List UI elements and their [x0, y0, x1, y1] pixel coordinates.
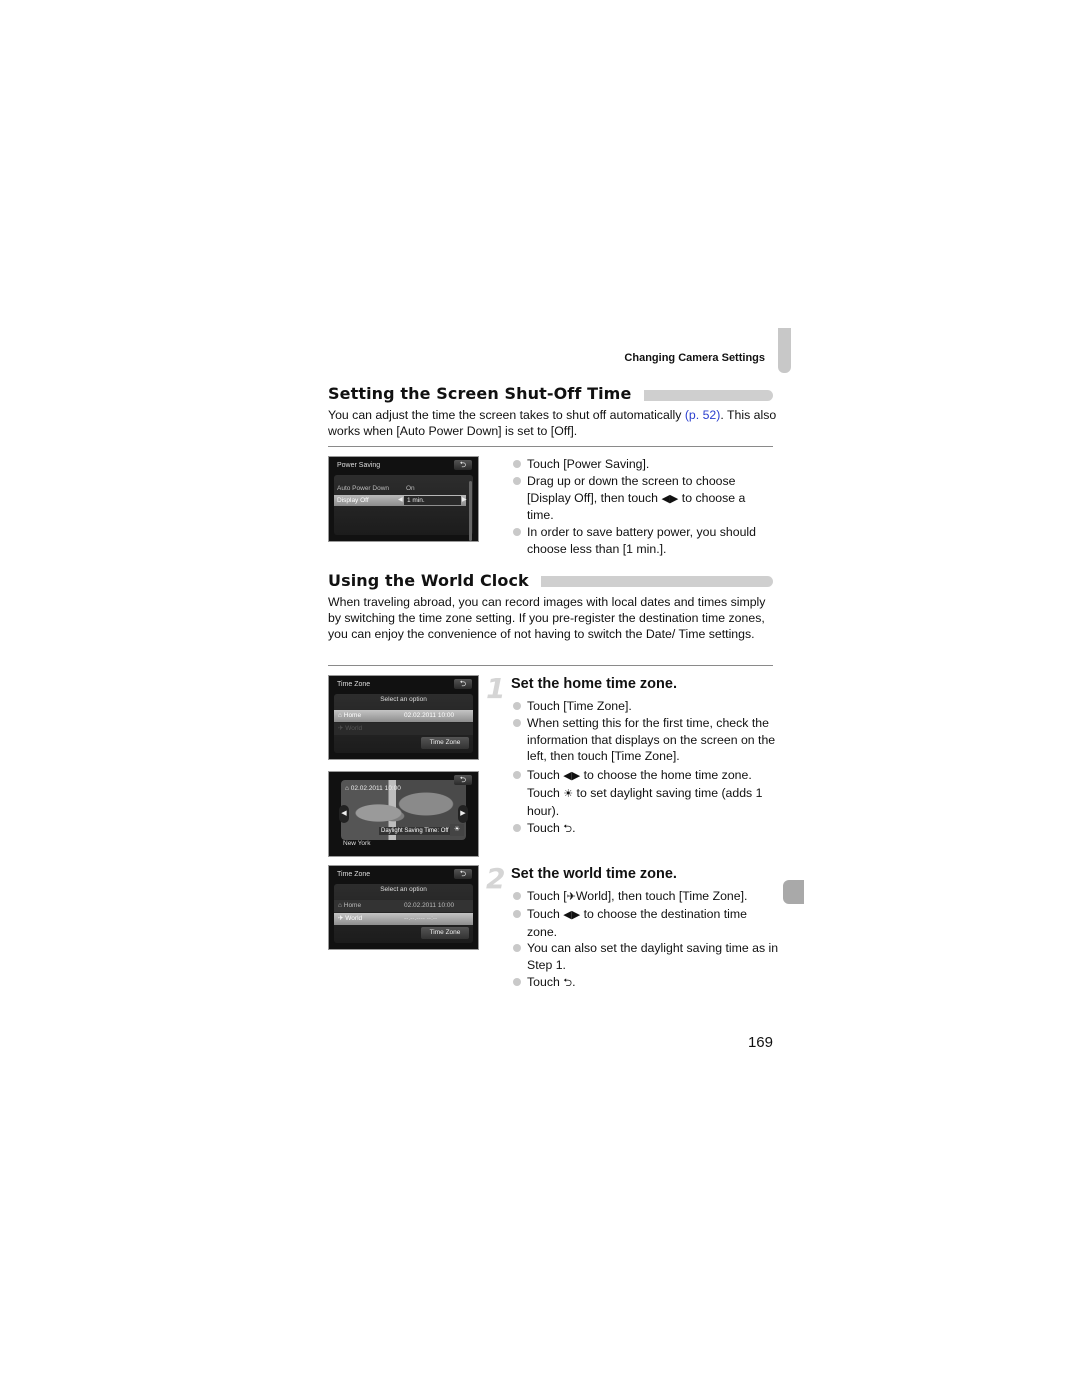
section-intro-world-clock: When traveling abroad, you can record im… [328, 595, 766, 641]
section-intro-shutoff: You can adjust the time the screen takes… [328, 408, 777, 438]
home-icon: ⌂ [345, 785, 349, 792]
instruction-list-step2: Touch [✈World], then touch [Time Zone]. … [512, 888, 780, 992]
screen-title: Time Zone [337, 871, 371, 878]
list-item: Touch ⮌. [512, 820, 776, 838]
return-arrow-icon: ⮌ [454, 460, 472, 470]
left-right-arrows-icon: ◀▶ [661, 492, 679, 505]
section-title-bar [644, 390, 773, 401]
running-header: Changing Camera Settings [624, 352, 765, 364]
home-icon: ⌂ [338, 902, 342, 909]
city-name: New York [343, 840, 371, 847]
screen-title: Power Saving [337, 462, 381, 469]
tz-row-world: ✈ World --.--.---- --:-- [334, 913, 473, 925]
screen-body: Select an option ⌂ Home 02.02.2011 10:00… [334, 694, 473, 753]
bullet-icon [513, 702, 521, 710]
scrollbar [469, 481, 472, 541]
section-title-world-clock: Using the World Clock [328, 571, 529, 590]
return-arrow-icon: ⮌ [454, 775, 472, 785]
step-number: 2 [486, 862, 506, 895]
page-link[interactable]: (p. 52) [685, 408, 721, 422]
return-arrow-icon: ⮌ [454, 679, 472, 689]
time-zone-button: Time Zone [421, 927, 469, 939]
list-item: Drag up or down the screen to choose [Di… [512, 473, 774, 524]
side-index-tab [783, 880, 804, 904]
bullet-icon [513, 944, 521, 953]
camera-screen-world-map: ⮌ ⌂ 02.02.2011 10:00 ◀ ▶ Daylight Saving… [328, 771, 479, 857]
home-icon: ⌂ [338, 712, 342, 719]
list-item: Touch [✈World], then touch [Time Zone]. [512, 888, 780, 906]
left-right-arrows-icon: ◀▶ [563, 908, 581, 921]
airplane-icon: ✈ [338, 915, 344, 922]
divider [328, 446, 773, 447]
right-arrow-icon: ▶ [458, 805, 468, 823]
bullet-icon [513, 528, 521, 537]
bullet-icon [513, 909, 521, 918]
instruction-list-shutoff: Touch [Power Saving]. Drag up or down th… [512, 456, 774, 558]
section-title-bar [541, 576, 773, 587]
menu-row-display-off: Display Off ◀ 1 min. ▶ [334, 495, 467, 506]
list-item: When setting this for the first time, ch… [512, 715, 776, 765]
step-title: Set the world time zone. [511, 866, 677, 882]
return-arrow-icon: ⮌ [563, 822, 573, 835]
daylight-saving-icon: ☀ [563, 787, 574, 800]
bullet-icon [513, 460, 521, 468]
tz-row-home: ⌂ Home 02.02.2011 10:00 [334, 900, 473, 912]
return-arrow-icon: ⮌ [563, 976, 573, 989]
camera-screen-power-saving: Power Saving ⮌ Auto Power Down On Displa… [328, 456, 479, 542]
screen-subtitle: Select an option [380, 696, 427, 703]
list-item: Touch ◀▶ to choose the home time zone. To… [512, 767, 776, 819]
chapter-tab [778, 328, 791, 373]
dst-status-label: Daylight Saving Time: Off [379, 827, 451, 835]
camera-screen-time-zone-world: Time Zone ⮌ Select an option ⌂ Home 02.0… [328, 865, 479, 950]
screen-body: Auto Power Down On Display Off ◀ 1 min. … [334, 475, 473, 541]
list-item: Touch [Time Zone]. [512, 698, 776, 715]
list-item: Touch ◀▶ to choose the destination time … [512, 906, 780, 941]
screen-subtitle: Select an option [380, 886, 427, 893]
bullet-icon [513, 892, 521, 900]
instruction-list-step1: Touch [Time Zone]. When setting this for… [512, 698, 776, 837]
screen-title: Time Zone [337, 681, 371, 688]
menu-row-auto-power-down: Auto Power Down On [337, 485, 415, 492]
divider [328, 665, 773, 666]
bullet-icon [513, 771, 521, 780]
list-item: You can also set the daylight saving tim… [512, 940, 780, 974]
list-item: Touch [Power Saving]. [512, 456, 774, 473]
tz-row-home: ⌂ Home 02.02.2011 10:00 [334, 710, 473, 722]
bullet-icon [513, 476, 521, 485]
bullet-icon [513, 823, 521, 832]
step-title: Set the home time zone. [511, 676, 677, 692]
page-number: 169 [747, 1034, 773, 1051]
left-right-arrows-icon: ◀▶ [563, 770, 581, 783]
map-date-readout: ⌂ 02.02.2011 10:00 [345, 785, 401, 792]
step-number: 1 [486, 672, 506, 705]
tz-row-world: ✈ World [334, 723, 473, 735]
left-arrow-icon: ◀ [339, 805, 349, 823]
left-arrow-icon: ◀ [398, 497, 403, 503]
bullet-icon [513, 718, 521, 727]
list-item: In order to save battery power, you shou… [512, 524, 774, 558]
camera-screen-time-zone-home: Time Zone ⮌ Select an option ⌂ Home 02.0… [328, 675, 479, 760]
return-arrow-icon: ⮌ [454, 869, 472, 879]
section-title-screen-shutoff: Setting the Screen Shut-Off Time [328, 384, 632, 403]
right-arrow-icon: ▶ [462, 497, 467, 503]
bullet-icon [513, 977, 521, 986]
screen-body: Select an option ⌂ Home 02.02.2011 10:00… [334, 884, 473, 943]
airplane-icon: ✈ [338, 725, 344, 732]
daylight-saving-icon: ☀ [450, 824, 464, 836]
time-zone-button: Time Zone [421, 737, 469, 749]
airplane-icon: ✈ [566, 891, 576, 903]
list-item: Touch ⮌. [512, 974, 780, 992]
